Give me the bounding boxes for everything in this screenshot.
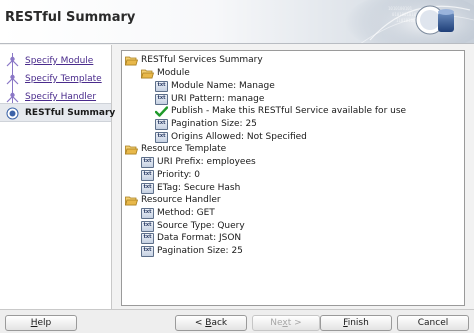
text-value-icon: txt bbox=[141, 182, 154, 194]
tree-leaf-label: URI Pattern: manage bbox=[171, 93, 265, 104]
tree-leaf-label: Pagination Size: 25 bbox=[171, 118, 257, 129]
button-label: inish bbox=[347, 318, 369, 328]
tree-node-label: Resource Template bbox=[141, 143, 227, 154]
button-mnemonic: H bbox=[30, 318, 38, 328]
tree-leaf-label: ETag: Secure Hash bbox=[157, 182, 241, 193]
button-label: t > bbox=[287, 318, 302, 328]
tree-leaf-label: URI Prefix: employees bbox=[157, 156, 256, 167]
tree-leaf[interactable]: txt Data Format: JSON bbox=[141, 232, 241, 244]
page-title: RESTful Summary bbox=[5, 10, 136, 25]
tree-node-label: Resource Handler bbox=[141, 194, 221, 205]
tree-leaf[interactable]: txt URI Pattern: manage bbox=[155, 93, 264, 105]
tree-leaf[interactable]: txt Origins Allowed: Not Specified bbox=[155, 131, 307, 143]
step-specify-template[interactable]: Specify Template bbox=[0, 71, 111, 88]
tree-leaf-label: Publish - Make this RESTful Service avai… bbox=[171, 105, 407, 116]
summary-tree: RESTful Services Summary Module txt Modu… bbox=[121, 50, 465, 306]
tree-root-label: RESTful Services Summary bbox=[141, 54, 263, 65]
tree-root[interactable]: RESTful Services Summary bbox=[125, 54, 263, 66]
folder-open-icon bbox=[125, 56, 138, 65]
text-value-icon: txt bbox=[141, 245, 154, 257]
tree-leaf[interactable]: txt Pagination Size: 25 bbox=[141, 245, 243, 257]
back-button[interactable]: < Back bbox=[175, 315, 247, 331]
tree-leaf-label: Method: GET bbox=[157, 207, 215, 218]
tree-leaf-label: Origins Allowed: Not Specified bbox=[171, 131, 307, 142]
tree-leaf-label: Pagination Size: 25 bbox=[157, 245, 243, 256]
wizard-steps-nav: Specify Module Specify Template Specify … bbox=[0, 45, 115, 309]
tree-leaf[interactable]: txt Priority: 0 bbox=[141, 169, 200, 181]
step-label[interactable]: Specify Template bbox=[25, 74, 102, 84]
text-value-icon: txt bbox=[141, 156, 154, 168]
tree-leaf[interactable]: txt Source Type: Query bbox=[141, 220, 245, 232]
text-value-icon: txt bbox=[155, 80, 168, 92]
tree-leaf[interactable]: txt Pagination Size: 25 bbox=[155, 118, 257, 130]
text-value-icon: txt bbox=[155, 93, 168, 105]
folder-open-icon bbox=[141, 69, 154, 78]
tree-leaf-label: Module Name: Manage bbox=[171, 80, 275, 91]
tree-leaf[interactable]: txt ETag: Secure Hash bbox=[141, 182, 240, 194]
wizard-footer: Help < Back Next > Finish Cancel bbox=[0, 309, 474, 333]
button-label: elp bbox=[37, 318, 52, 328]
button-label: Cancel bbox=[417, 318, 449, 328]
button-label: ack bbox=[211, 318, 228, 328]
button-label: < bbox=[194, 318, 206, 328]
step-label: RESTful Summary bbox=[25, 108, 116, 118]
text-value-icon: txt bbox=[141, 232, 154, 244]
text-value-icon: txt bbox=[155, 131, 168, 143]
tree-leaf-label: Priority: 0 bbox=[157, 169, 200, 180]
svg-text:1010100101: 1010100101 bbox=[388, 6, 413, 11]
tree-node-label: Module bbox=[157, 67, 190, 78]
tree-leaf[interactable]: txt URI Prefix: employees bbox=[141, 156, 256, 168]
step-label[interactable]: Specify Module bbox=[25, 56, 93, 66]
text-value-icon: txt bbox=[141, 207, 154, 219]
help-button[interactable]: Help bbox=[5, 315, 77, 331]
finish-button[interactable]: Finish bbox=[320, 315, 392, 331]
header-banner-graphic: 1010100101 0101001010 1101010010 bbox=[345, 0, 474, 43]
text-value-icon: txt bbox=[141, 169, 154, 181]
tree-node-module[interactable]: Module bbox=[141, 67, 190, 79]
folder-open-icon bbox=[125, 196, 138, 205]
folder-open-icon bbox=[125, 145, 138, 154]
tree-leaf[interactable]: txt Method: GET bbox=[141, 207, 215, 219]
step-visited-icon bbox=[6, 74, 19, 85]
step-visited-icon bbox=[6, 56, 19, 67]
wizard-header: RESTful Summary 1010100101 0101001010 11… bbox=[0, 0, 474, 44]
text-value-icon: txt bbox=[141, 220, 154, 232]
checkmark-icon bbox=[155, 105, 168, 117]
button-label: Ne bbox=[270, 318, 283, 328]
step-current-icon bbox=[6, 107, 19, 120]
step-label[interactable]: Specify Handler bbox=[25, 92, 96, 102]
tree-leaf[interactable]: txt Module Name: Manage bbox=[155, 80, 275, 92]
tree-node-resource-handler[interactable]: Resource Handler bbox=[125, 194, 221, 206]
cancel-button[interactable]: Cancel bbox=[397, 315, 469, 331]
text-value-icon: txt bbox=[155, 118, 168, 130]
tree-leaf[interactable]: Publish - Make this RESTful Service avai… bbox=[155, 105, 406, 117]
svg-text:0101001010: 0101001010 bbox=[392, 12, 417, 17]
step-restful-summary[interactable]: RESTful Summary bbox=[0, 103, 115, 122]
step-specify-module[interactable]: Specify Module bbox=[0, 53, 111, 70]
tree-leaf-label: Source Type: Query bbox=[157, 220, 245, 231]
next-button[interactable]: Next > bbox=[252, 315, 320, 331]
tree-node-resource-template[interactable]: Resource Template bbox=[125, 143, 226, 155]
tree-leaf-label: Data Format: JSON bbox=[157, 232, 242, 243]
